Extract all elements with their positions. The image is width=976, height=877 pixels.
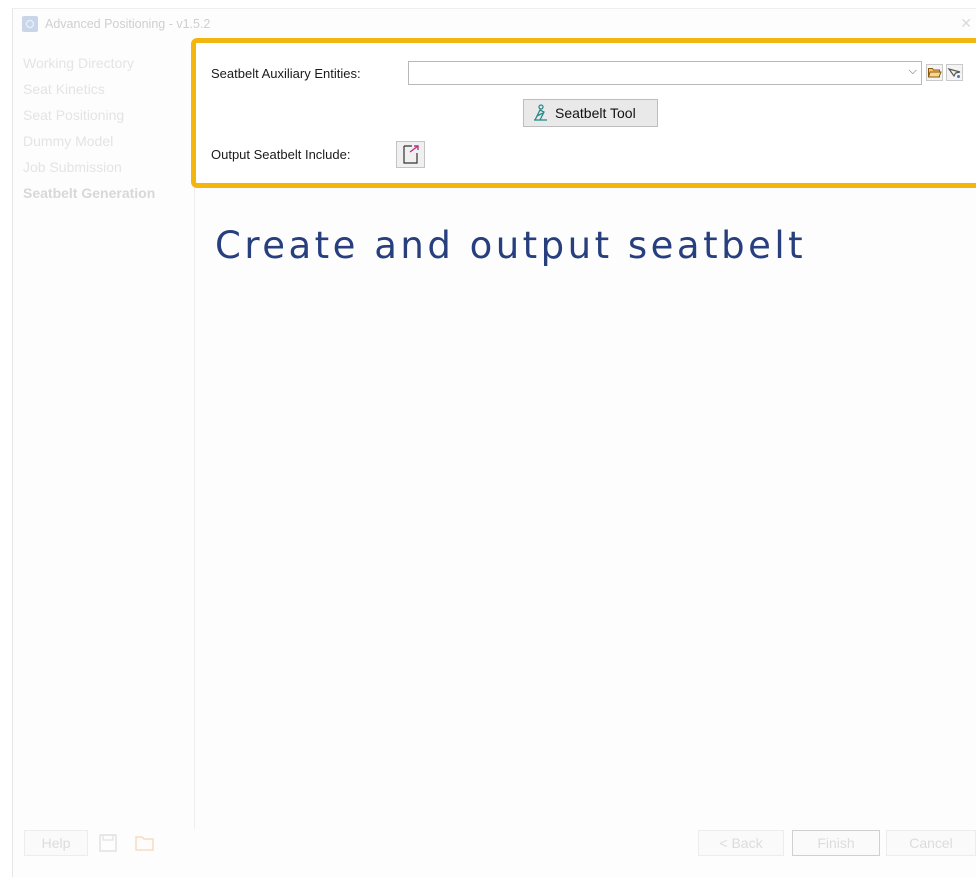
nav-item-seatbelt-generation[interactable]: Seatbelt Generation [13, 183, 194, 209]
close-icon[interactable]: ✕ [960, 15, 972, 32]
seatbelt-tool-label: Seatbelt Tool [555, 105, 636, 121]
nav-item-working-directory[interactable]: Working Directory [13, 53, 194, 79]
output-include-button[interactable] [396, 141, 425, 168]
open-folder-icon[interactable] [134, 833, 154, 853]
output-include-label: Output Seatbelt Include: [211, 147, 351, 162]
open-folder-button[interactable] [926, 64, 943, 81]
nav-item-seat-kinetics[interactable]: Seat Kinetics [13, 79, 194, 105]
finish-button[interactable]: Finish [792, 830, 880, 856]
cancel-button[interactable]: Cancel [886, 830, 976, 856]
title-bar: Advanced Positioning - v1.5.2 ✕ [13, 9, 976, 39]
wizard-step-list: Working Directory Seat Kinetics Seat Pos… [13, 53, 195, 829]
pick-entities-button[interactable] [946, 64, 963, 81]
nav-item-dummy-model[interactable]: Dummy Model [13, 131, 194, 157]
nav-item-seat-positioning[interactable]: Seat Positioning [13, 105, 194, 131]
folder-open-icon [927, 68, 942, 78]
app-icon [22, 16, 38, 32]
chevron-down-icon[interactable]: ⌵ [909, 65, 917, 78]
seatbelt-icon [534, 104, 547, 121]
window-title: Advanced Positioning - v1.5.2 [45, 17, 211, 31]
aux-entities-combo[interactable]: ⌵ [408, 61, 922, 85]
seatbelt-tool-button[interactable]: Seatbelt Tool [523, 99, 658, 127]
help-button[interactable]: Help [24, 830, 88, 856]
nav-item-job-submission[interactable]: Job Submission [13, 157, 194, 183]
aux-entities-label: Seatbelt Auxiliary Entities: [211, 66, 361, 81]
caption-text: Create and output seatbelt [215, 224, 807, 267]
pick-cursor-icon [947, 67, 961, 78]
export-file-icon [403, 145, 419, 164]
back-button[interactable]: < Back [698, 830, 784, 856]
save-icon[interactable] [98, 833, 118, 853]
